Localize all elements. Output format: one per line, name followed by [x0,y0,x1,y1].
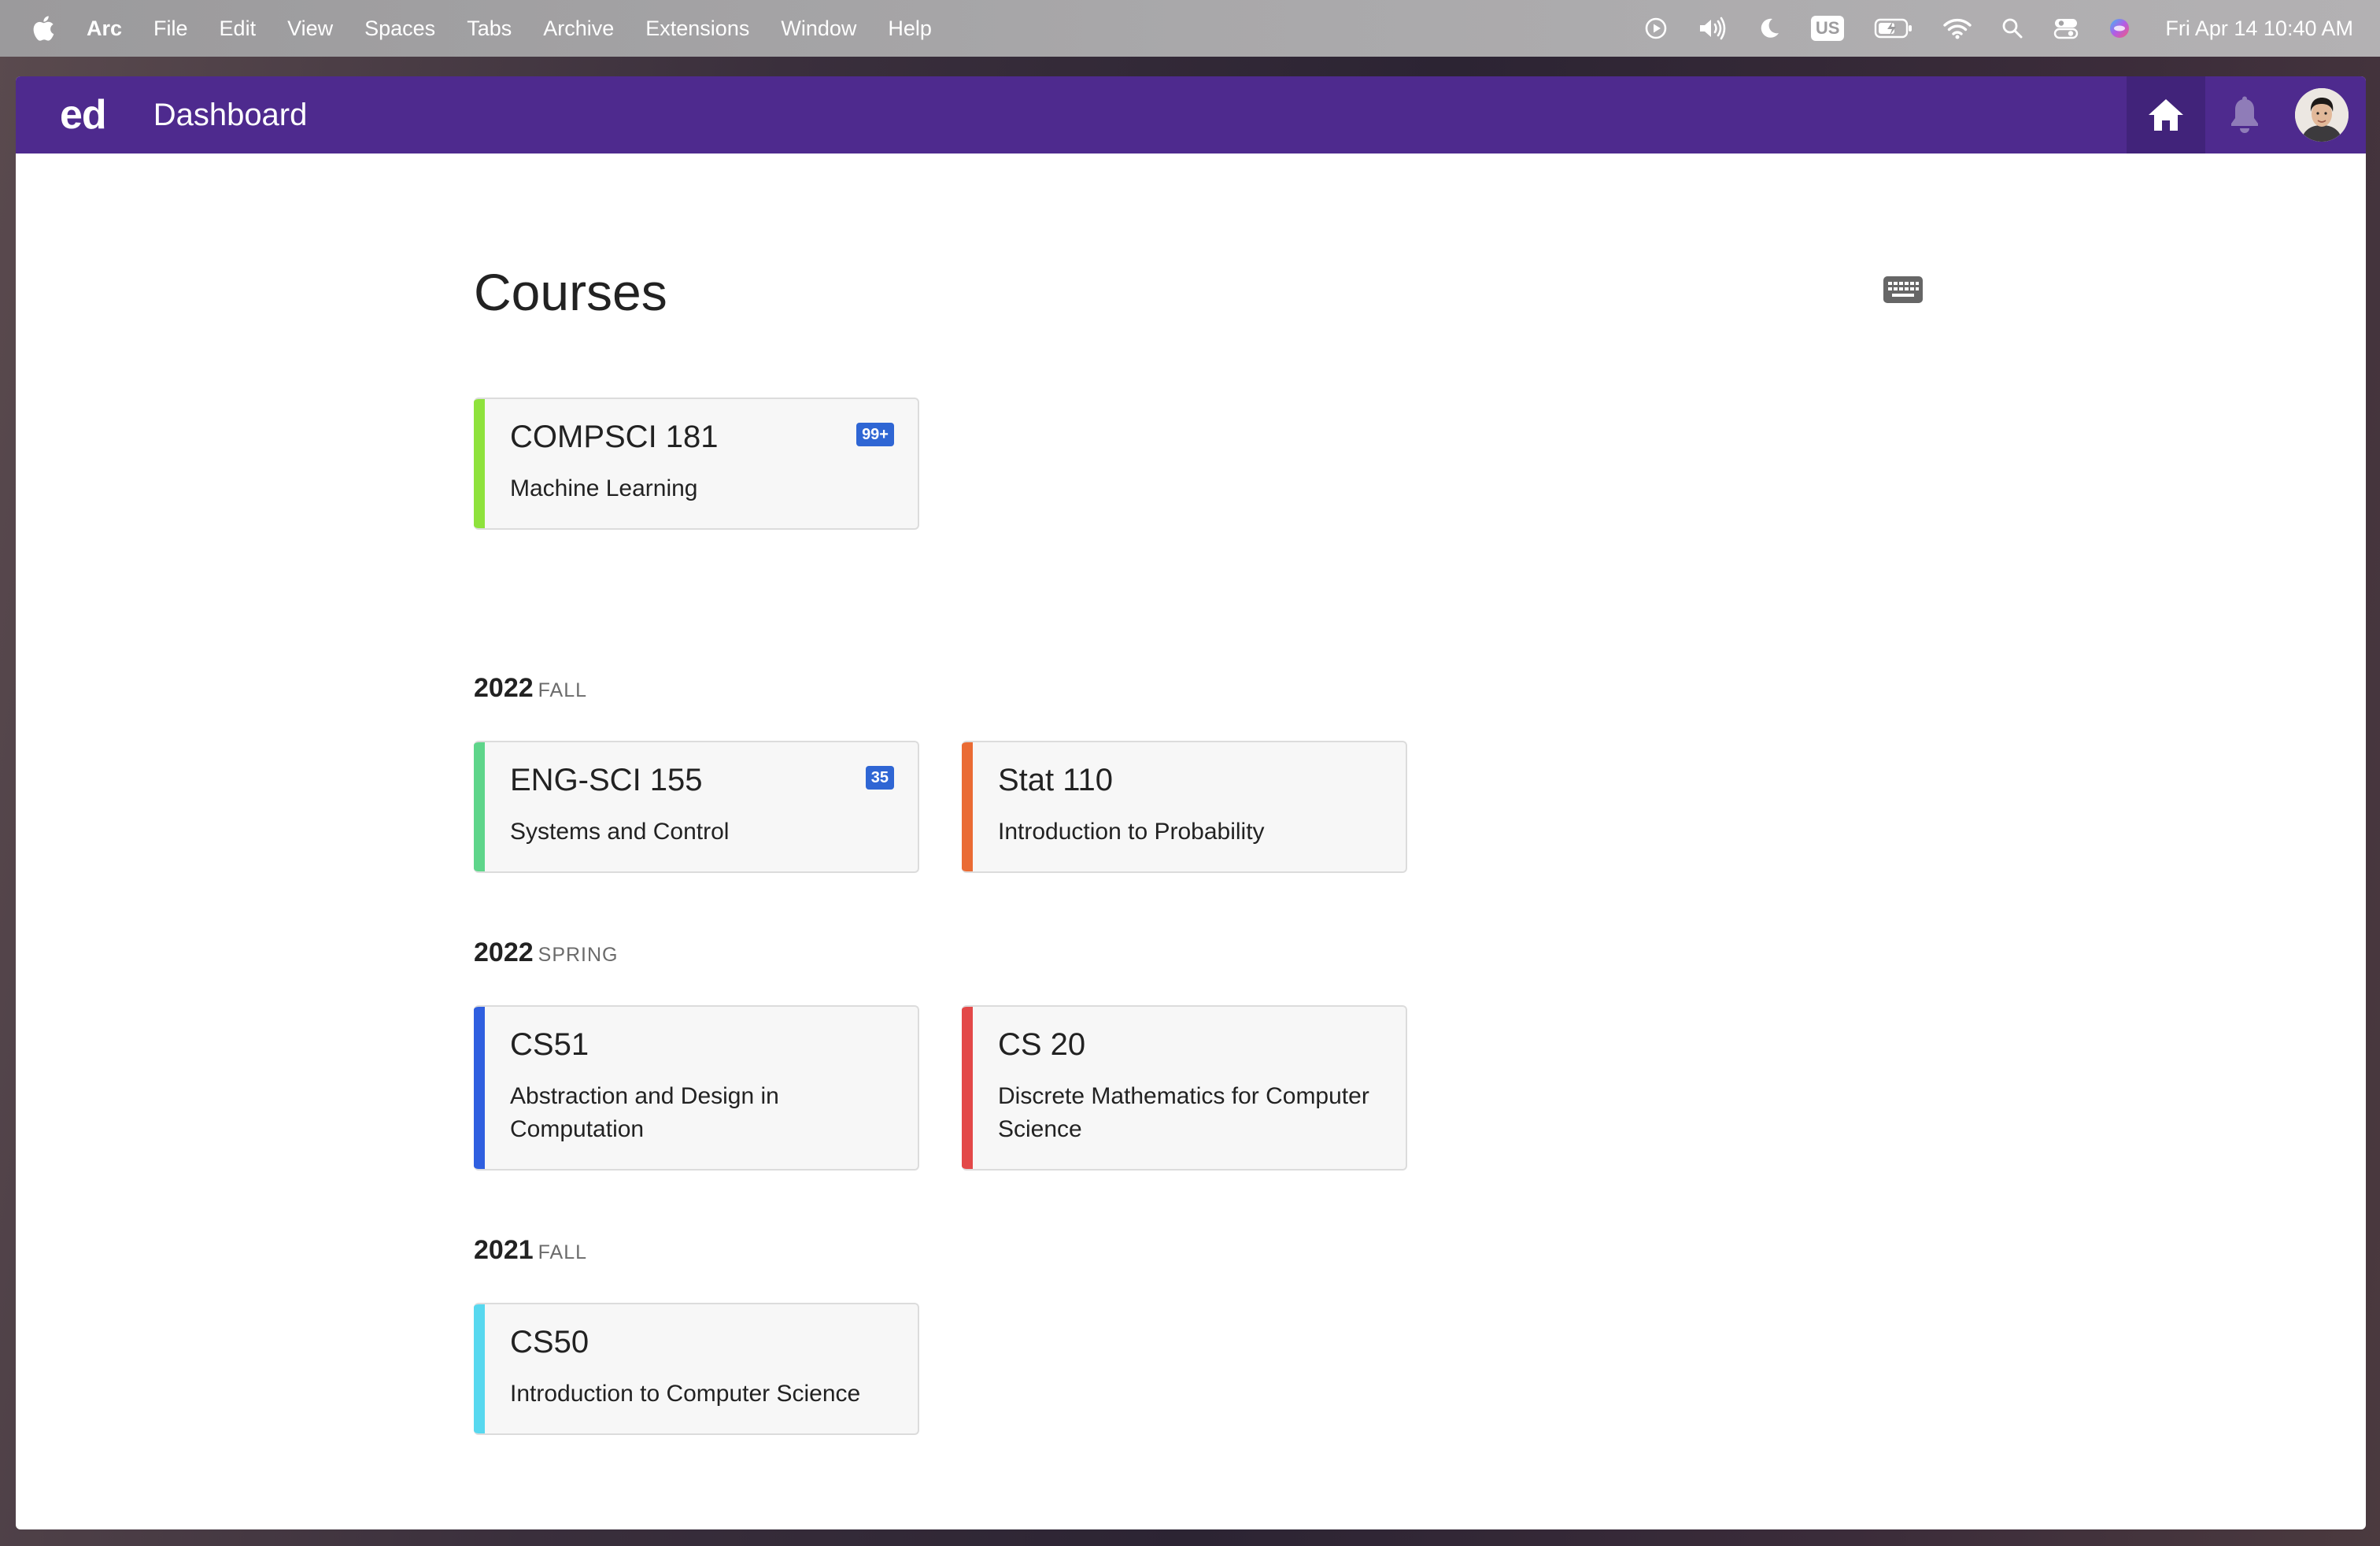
battery-icon[interactable] [1874,17,1913,39]
menu-extensions[interactable]: Extensions [645,17,749,41]
spotlight-search-icon[interactable] [2001,17,2023,39]
now-playing-icon[interactable] [1644,17,1668,40]
course-name: Abstraction and Design in Computation [510,1083,779,1142]
wifi-icon[interactable] [1943,17,1972,39]
course-code: CS51 [510,1027,589,1062]
input-source-badge[interactable]: US [1810,16,1845,41]
volume-icon[interactable] [1698,17,1728,40]
course-code: ENG-SCI 155 [510,763,703,797]
apple-icon[interactable] [31,15,55,42]
course-name: Machine Learning [510,475,698,501]
unread-badge: 99+ [856,423,894,446]
siri-icon[interactable] [2108,17,2131,39]
ed-logo[interactable]: ed [60,91,107,139]
course-color-stripe [962,742,973,871]
course-color-stripe [474,1304,485,1433]
menu-file[interactable]: File [153,17,188,41]
keyboard-icon [1883,276,1923,303]
course-color-stripe [474,399,485,528]
course-color-stripe [474,742,485,871]
keyboard-shortcuts-button[interactable] [1882,274,1924,305]
control-center-icon[interactable] [2053,17,2079,39]
course-name: Discrete Mathematics for Computer Scienc… [998,1083,1369,1142]
term-season: FALL [538,679,588,701]
menu-archive[interactable]: Archive [543,17,614,41]
term-year: 2021 [474,1235,534,1265]
app-header: ed Dashboard [16,76,2366,153]
course-color-stripe [474,1007,485,1169]
menu-clock[interactable]: Fri Apr 14 10:40 AM [2165,17,2353,41]
course-name: Introduction to Probability [998,819,1265,845]
user-photo-icon [2295,88,2349,142]
menu-tabs[interactable]: Tabs [467,17,512,41]
app-menu[interactable]: Arc [87,17,122,41]
page-title: Dashboard [153,97,308,132]
courses-heading: Courses [474,263,667,321]
browser-window: ed Dashboard Courses COMPSCI 181 99+ Mac… [16,76,2366,1529]
notifications-button[interactable] [2205,76,2284,153]
course-name: Introduction to Computer Science [510,1381,861,1407]
term-heading-2022-spring: 2022 SPRING [474,938,619,968]
menu-spaces[interactable]: Spaces [364,17,435,41]
course-code: COMPSCI 181 [510,420,719,454]
course-card-cs-20[interactable]: CS 20 Discrete Mathematics for Computer … [962,1005,1407,1171]
term-heading-2021-fall: 2021 FALL [474,1235,587,1266]
course-card-eng-sci-155[interactable]: ENG-SCI 155 35 Systems and Control [474,741,919,873]
unread-badge: 35 [865,766,894,790]
course-code: CS50 [510,1325,589,1359]
term-season: FALL [538,1241,588,1263]
term-heading-2022-fall: 2022 FALL [474,673,587,704]
menu-window[interactable]: Window [781,17,856,41]
user-avatar[interactable] [2295,88,2349,142]
course-card-stat-110[interactable]: Stat 110 Introduction to Probability [962,741,1407,873]
course-name: Systems and Control [510,819,730,845]
home-icon [2149,99,2183,131]
menu-help[interactable]: Help [888,17,932,41]
course-code: Stat 110 [998,763,1114,797]
course-card-cs51[interactable]: CS51 Abstraction and Design in Computati… [474,1005,919,1171]
term-season: SPRING [538,944,619,966]
focus-moon-icon[interactable] [1757,17,1781,40]
course-code: CS 20 [998,1027,1086,1062]
course-card-compsci-181[interactable]: COMPSCI 181 99+ Machine Learning [474,398,919,530]
course-card-cs50[interactable]: CS50 Introduction to Computer Science [474,1303,919,1435]
menu-bar: Arc File Edit View Spaces Tabs Archive E… [0,0,2380,57]
home-button[interactable] [2127,76,2205,153]
term-year: 2022 [474,673,534,703]
term-year: 2022 [474,938,534,967]
bell-icon [2231,96,2258,133]
menu-edit[interactable]: Edit [220,17,257,41]
menu-view[interactable]: View [287,17,333,41]
course-color-stripe [962,1007,973,1169]
